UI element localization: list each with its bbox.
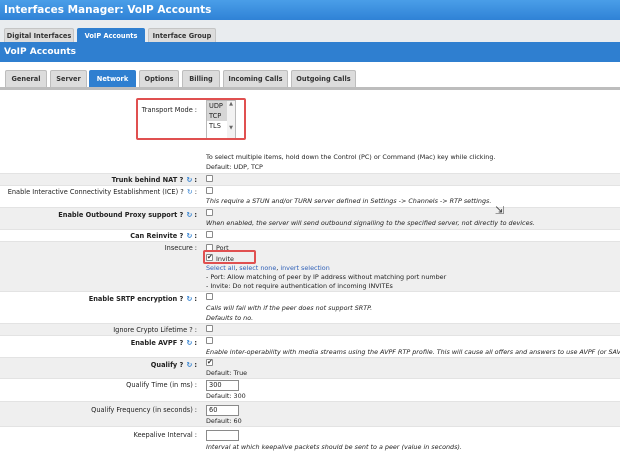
colon: : [194, 381, 197, 389]
srtp-help: Calls will fail with if the peer does no… [206, 304, 373, 312]
outbound-proxy-row: Enable Outbound Proxy support ? ↻: When e… [0, 208, 620, 230]
window-title: Interfaces Manager: VoIP Accounts [0, 0, 620, 20]
avpf-row: Enable AVPF ? ↻: Enable inter-operability… [0, 336, 620, 358]
network-form: Transport Mode: UDP TCP TLS ▲ ▼ To select… [0, 90, 620, 452]
trunk-nat-checkbox[interactable] [206, 175, 213, 182]
keepalive-help: Interval at which keepalive packets shou… [206, 443, 462, 451]
trunk-nat-row: Trunk behind NAT ? ↻: [0, 174, 620, 186]
transport-help: To select multiple items, hold down the … [206, 153, 496, 161]
qualify-default: Default: True [206, 369, 248, 377]
refresh-icon: ↻ [186, 187, 193, 196]
ignore-crypto-label: Ignore Crypto Lifetime ? [113, 326, 193, 334]
srtp-row: Enable SRTP encryption ? ↻: Calls will fa… [0, 292, 620, 324]
avpf-help: Enable inter-operability with media stre… [206, 348, 620, 356]
tab-incoming-calls[interactable]: Incoming Calls [223, 70, 288, 88]
colon: : [194, 431, 197, 439]
tab-options[interactable]: Options [139, 70, 179, 88]
insecure-select-links: Select all, select none, invert selectio… [206, 264, 330, 272]
keepalive-input[interactable] [206, 430, 239, 441]
refresh-icon: ↻ [186, 294, 193, 303]
insecure-label: Insecure [164, 244, 193, 252]
highlight-box [136, 98, 246, 140]
ice-checkbox[interactable] [206, 187, 213, 194]
refresh-icon: ↻ [186, 175, 193, 184]
colon: : [194, 339, 197, 347]
ignore-crypto-checkbox[interactable] [206, 325, 213, 332]
avpf-label: Enable AVPF ? [130, 339, 184, 347]
tab-general[interactable]: General [5, 70, 47, 88]
mouse-cursor-icon: ⇲ [495, 204, 505, 217]
ice-help: This require a STUN and/or TURN server d… [206, 197, 492, 205]
colon: : [194, 176, 197, 184]
colon: : [194, 188, 197, 196]
invert-selection-link[interactable]: invert selection [280, 264, 329, 272]
tab-digital-interfaces[interactable]: Digital Interfaces [4, 28, 74, 42]
colon: : [194, 295, 197, 303]
refresh-icon: ↻ [186, 360, 193, 369]
colon: : [194, 244, 197, 252]
ice-row: Enable Interactive Connectivity Establis… [0, 186, 620, 208]
tab-billing[interactable]: Billing [182, 70, 220, 88]
section-title: VoIP Accounts [0, 42, 620, 62]
outbound-proxy-label: Enable Outbound Proxy support ? [58, 211, 184, 219]
colon: : [194, 326, 197, 334]
qualify-frequency-default: Default: 60 [206, 417, 242, 425]
srtp-checkbox[interactable] [206, 293, 213, 300]
qualify-label: Qualify ? [150, 361, 184, 369]
keepalive-row: Keepalive Interval: Interval at which ke… [0, 427, 620, 452]
tab-network[interactable]: Network [89, 70, 136, 88]
colon: : [194, 211, 197, 219]
qualify-frequency-label: Qualify Frequency (in seconds) [91, 406, 193, 414]
tab-voip-accounts[interactable]: VoIP Accounts [77, 28, 145, 42]
qualify-time-default: Default: 300 [206, 392, 246, 400]
outbound-proxy-checkbox[interactable] [206, 209, 213, 216]
colon: : [194, 361, 197, 369]
colon: : [194, 232, 197, 240]
select-all-link[interactable]: Select all [206, 264, 235, 272]
ice-label: Enable Interactive Connectivity Establis… [7, 188, 184, 196]
qualify-frequency-row: Qualify Frequency (in seconds): 60 Defau… [0, 402, 620, 427]
qualify-checkbox[interactable] [206, 358, 213, 366]
insecure-row: Insecure: Port Invite Select all, select… [0, 242, 620, 292]
tab-interface-group[interactable]: Interface Group [148, 28, 216, 42]
keepalive-label: Keepalive Interval [133, 431, 193, 439]
qualify-frequency-input[interactable]: 60 [206, 405, 239, 416]
sub-tab-bar: General Server Network Options Billing I… [0, 62, 620, 90]
qualify-time-label: Qualify Time (in ms) [126, 381, 193, 389]
qualify-time-input[interactable]: 300 [206, 380, 239, 391]
trunk-nat-label: Trunk behind NAT ? [111, 176, 184, 184]
srtp-default: Defaults to no. [206, 314, 254, 322]
transport-default: Default: UDP, TCP [206, 163, 263, 171]
ignore-crypto-row: Ignore Crypto Lifetime ?: [0, 324, 620, 336]
tab-outgoing-calls[interactable]: Outgoing Calls [291, 70, 356, 88]
can-reinvite-label: Can Reinvite ? [130, 232, 184, 240]
can-reinvite-row: Can Reinvite ? ↻: [0, 230, 620, 242]
insecure-help-port: - Port: Allow matching of peer by IP add… [206, 273, 447, 281]
refresh-icon: ↻ [186, 338, 193, 347]
colon: : [194, 406, 197, 414]
qualify-row: Qualify ?↻: Default: True [0, 358, 620, 379]
tab-server[interactable]: Server [50, 70, 87, 88]
qualify-time-row: Qualify Time (in ms): 300 Default: 300 [0, 379, 620, 402]
refresh-icon: ↻ [186, 231, 193, 240]
transport-mode-row: Transport Mode: UDP TCP TLS ▲ ▼ To select… [0, 90, 620, 174]
srtp-label: Enable SRTP encryption ? [88, 295, 184, 303]
insecure-help-invite: - Invite: Do not require authentication … [206, 282, 393, 290]
main-tab-bar: Digital Interfaces VoIP Accounts Interfa… [0, 20, 620, 42]
select-none-link[interactable]: select none [239, 264, 276, 272]
outbound-proxy-help: When enabled, the server will send outbo… [206, 219, 535, 227]
refresh-icon: ↻ [186, 210, 193, 219]
highlight-box [203, 250, 256, 264]
avpf-checkbox[interactable] [206, 337, 213, 344]
can-reinvite-checkbox[interactable] [206, 231, 213, 238]
